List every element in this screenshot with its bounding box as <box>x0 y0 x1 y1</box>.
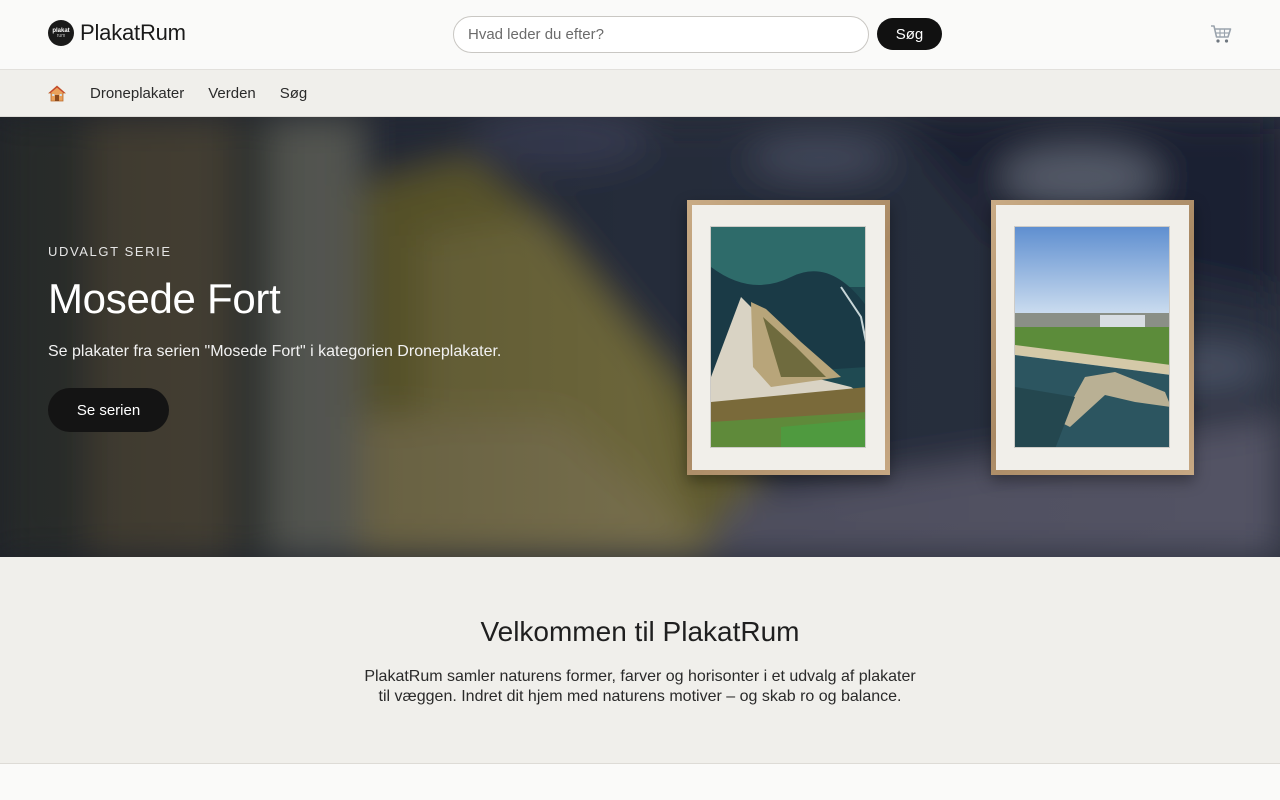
welcome-title: Velkommen til PlakatRum <box>480 616 800 647</box>
page-footer-area <box>0 764 1280 800</box>
welcome-text: PlakatRum samler naturens former, farver… <box>364 668 916 705</box>
hero-description: Se plakater fra serien "Mosede Fort" i k… <box>48 343 502 360</box>
poster-frame-1[interactable] <box>687 200 890 475</box>
search-button[interactable]: Søg <box>877 18 942 50</box>
poster-frame-2[interactable] <box>991 200 1194 475</box>
nav-item-droneplakater[interactable]: Droneplakater <box>90 85 184 102</box>
poster-image-2 <box>1014 226 1170 448</box>
logo-mark: plakat rum <box>48 20 74 46</box>
poster-image-1 <box>710 226 866 448</box>
nav-item-soeg[interactable]: Søg <box>280 85 308 102</box>
home-icon[interactable] <box>48 84 66 102</box>
logo[interactable]: plakat rum PlakatRum <box>48 20 186 46</box>
nav-item-verden[interactable]: Verden <box>208 85 256 102</box>
main-nav: Droneplakater Verden Søg <box>0 70 1280 117</box>
hero-title: Mosede Fort <box>48 275 281 322</box>
welcome-section: Velkommen til PlakatRum PlakatRum samler… <box>0 557 1280 764</box>
hero-eyebrow: UDVALGT SERIE <box>48 244 172 259</box>
poster-mat <box>692 205 885 470</box>
hero-banner: UDVALGT SERIE Mosede Fort Se plakater fr… <box>0 117 1280 557</box>
search-input[interactable] <box>453 16 869 53</box>
cart-icon[interactable] <box>1209 22 1233 46</box>
poster-mat <box>996 205 1189 470</box>
site-name: PlakatRum <box>80 20 186 45</box>
see-series-button[interactable]: Se serien <box>48 388 169 432</box>
site-header: plakat rum PlakatRum Søg <box>0 0 1280 70</box>
